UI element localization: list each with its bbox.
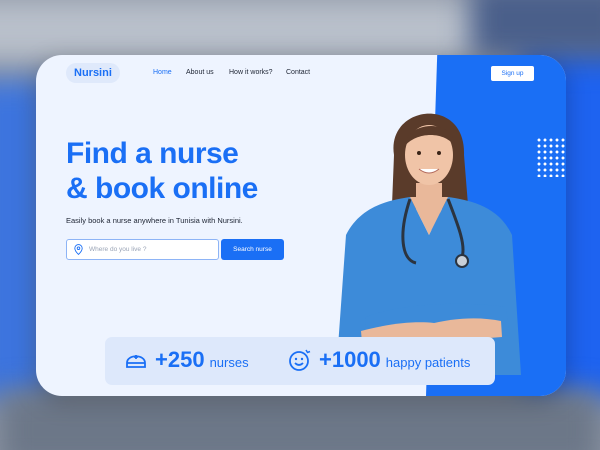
search-field[interactable] [66,239,219,260]
location-pin-icon [71,243,85,257]
nav-about-us[interactable]: About us [186,69,214,76]
nurses-stat: +250 nurses [123,347,249,373]
nurse-cap-icon [126,355,146,368]
nurses-count: +250 [155,347,205,372]
happy-face-icon [289,349,311,371]
landing-page-card: Nursini Home About us How it works? Cont… [36,55,566,396]
nav-contact[interactable]: Contact [286,69,310,76]
nurse-photo [336,113,521,375]
search-nurse-button[interactable]: Search nurse [221,239,284,260]
sign-up-button[interactable]: Sign up [491,66,534,81]
nurses-label: nurses [209,355,249,370]
brand-logo[interactable]: Nursini [66,63,120,83]
patients-stat: +1000 happy patients [287,347,470,373]
stats-bar: +250 nurses +1000 happy patients [105,337,495,385]
hero-title-line1: Find a nurse [66,137,239,170]
nav-how-it-works[interactable]: How it works? [229,69,273,76]
nav-home[interactable]: Home [153,69,172,76]
hero-subtitle: Easily book a nurse anywhere in Tunisia … [66,216,243,225]
search-input[interactable] [87,245,211,254]
patients-label: happy patients [385,355,471,370]
patients-count: +1000 [319,347,381,372]
dot-pattern-decoration [536,137,566,177]
hero-title-line2: & book online [66,172,258,205]
